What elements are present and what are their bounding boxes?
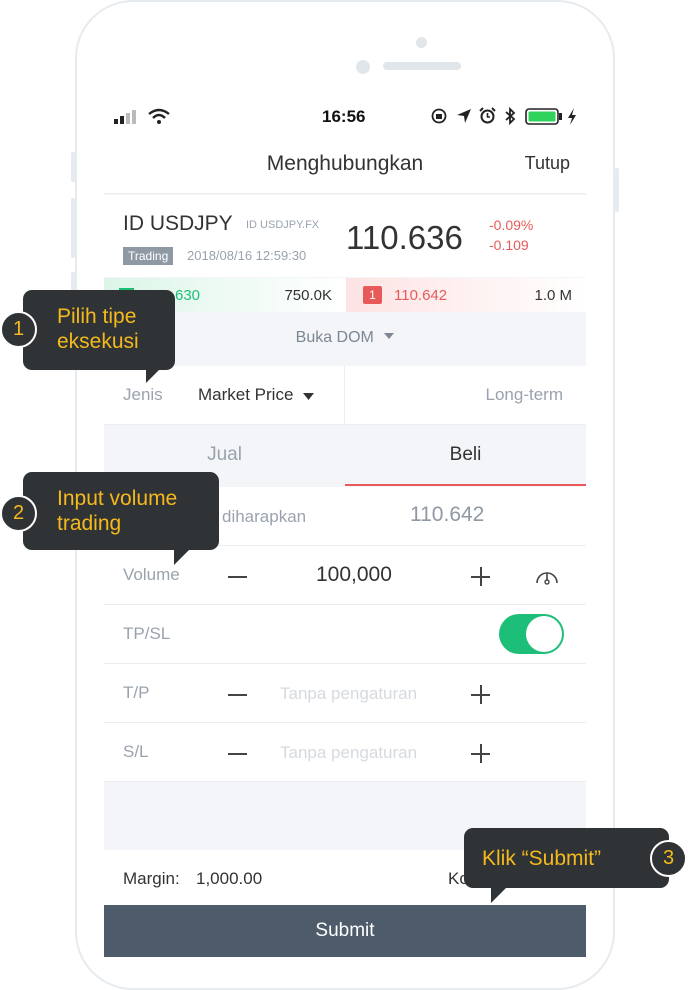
order-type-row: Jenis Market Price Long-term	[104, 366, 586, 425]
alarm-icon	[479, 107, 496, 124]
callout-2-badge: 2	[0, 495, 37, 532]
bid-price: 630	[175, 287, 201, 304]
volume-input[interactable]: 100,000	[316, 563, 392, 587]
callout-trading-volume: Input volume trading	[23, 472, 219, 550]
take-profit-label: T/P	[123, 683, 150, 702]
status-bar: 16:56	[104, 98, 586, 136]
submit-button[interactable]: Submit	[104, 905, 586, 957]
wifi-icon	[148, 108, 170, 124]
charging-icon	[568, 108, 576, 125]
callout-2-line1: Input volume	[57, 487, 178, 510]
stop-loss-label: S/L	[123, 742, 149, 761]
phone-power-button	[615, 168, 619, 212]
location-icon	[457, 109, 471, 123]
take-profit-input[interactable]: Tanpa pengaturan	[280, 684, 417, 704]
symbol-code: ID USDJPY.FX	[246, 219, 320, 231]
callout-2-line2: trading	[57, 512, 122, 535]
callout-1-badge: 1	[0, 311, 37, 348]
quote-panel: ID USDJPY ID USDJPY.FX Trading 2018/08/1…	[104, 195, 586, 277]
take-profit-increase-button[interactable]	[471, 685, 490, 704]
tpsl-label: TP/SL	[123, 624, 171, 643]
stop-loss-decrease-button[interactable]	[228, 753, 247, 755]
open-dom-label: Buka DOM	[295, 329, 374, 346]
margin-value: 1,000.00	[196, 869, 263, 888]
phone-volume-up	[71, 198, 75, 258]
quote-timestamp: 2018/08/16 12:59:30	[187, 248, 307, 263]
take-profit-decrease-button[interactable]	[228, 694, 247, 696]
callout-1-pointer	[146, 369, 160, 383]
order-type-value: Market Price	[198, 385, 294, 404]
volume-increase-button[interactable]	[471, 567, 490, 586]
phone-mute-switch	[71, 152, 75, 182]
stop-loss-row: S/L Tanpa pengaturan	[104, 723, 586, 782]
bid-ask-bar: 630 750.0K 1 110.642 1.0 M	[104, 278, 586, 312]
phone-speaker	[383, 62, 461, 70]
tpsl-row: TP/SL	[104, 605, 586, 664]
ask-volume: 1.0 M	[534, 287, 572, 304]
expected-price-label: diharapkan	[222, 507, 307, 526]
ask-cell[interactable]: 1 110.642 1.0 M	[346, 278, 586, 312]
phone-camera	[416, 37, 427, 48]
callout-3-pointer	[491, 887, 507, 903]
callout-2-pointer	[174, 549, 190, 565]
term-select[interactable]: Long-term	[486, 385, 563, 405]
trading-status-badge: Trading	[123, 247, 174, 265]
toggle-knob	[526, 616, 562, 652]
callout-execution-type: Pilih tipe eksekusi	[23, 290, 175, 370]
page-title: Menghubungkan	[266, 152, 424, 175]
close-button[interactable]: Tutup	[525, 153, 570, 174]
tpsl-toggle[interactable]	[499, 614, 564, 654]
bluetooth-icon	[505, 107, 516, 125]
symbol-name: ID USDJPY	[123, 212, 233, 235]
callout-1-line1: Pilih tipe	[57, 305, 137, 328]
open-dom-button[interactable]: Buka DOM	[104, 312, 586, 366]
ask-badge: 1	[363, 286, 382, 304]
rotation-lock-icon	[431, 108, 447, 124]
status-time: 16:56	[322, 107, 366, 126]
caret-down-icon	[303, 393, 315, 400]
order-type-label: Jenis	[123, 385, 163, 404]
speedometer-icon[interactable]	[534, 565, 560, 587]
tab-buy[interactable]: Beli	[345, 426, 586, 486]
signal-icon	[114, 110, 136, 124]
change-percent: -0.09%	[489, 217, 534, 233]
change-absolute: -0.109	[489, 237, 529, 253]
callout-1-line2: eksekusi	[57, 330, 139, 353]
take-profit-row: T/P Tanpa pengaturan	[104, 664, 586, 723]
current-price: 110.636	[346, 219, 463, 256]
nav-bar: Menghubungkan Tutup	[104, 136, 586, 194]
callout-submit: Klik “Submit”	[464, 828, 669, 888]
divider	[344, 366, 345, 425]
bid-volume: 750.0K	[284, 287, 332, 304]
phone-sensor	[356, 60, 370, 74]
stop-loss-increase-button[interactable]	[471, 744, 490, 763]
caret-down-icon	[384, 333, 395, 339]
battery-icon	[525, 108, 562, 125]
volume-label: Volume	[123, 565, 180, 584]
order-type-select[interactable]: Market Price	[198, 385, 315, 405]
callout-3-badge: 3	[650, 840, 687, 877]
ask-price: 110.642	[394, 287, 448, 304]
stop-loss-input[interactable]: Tanpa pengaturan	[280, 743, 417, 763]
callout-3-text: Klik “Submit”	[482, 847, 602, 870]
margin-label: Margin:	[123, 869, 180, 888]
volume-decrease-button[interactable]	[228, 576, 247, 578]
expected-price-value: 110.642	[410, 503, 485, 526]
